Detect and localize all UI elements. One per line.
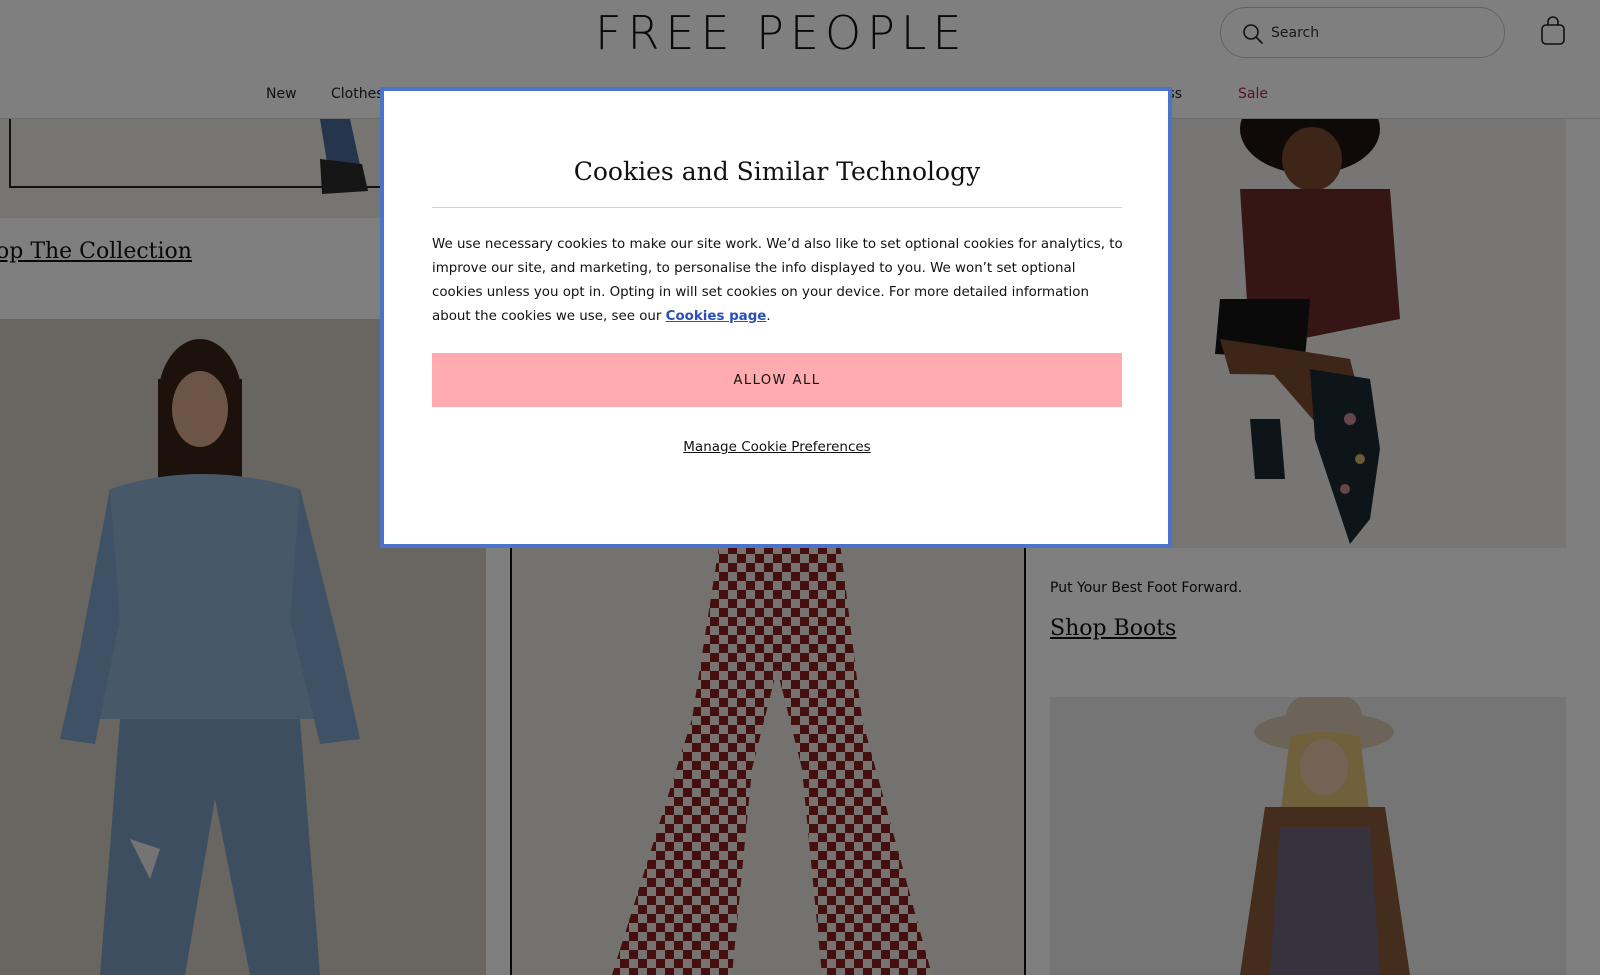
cookies-page-link[interactable]: Cookies page: [666, 309, 767, 324]
dialog-title: Cookies and Similar Technology: [573, 157, 981, 186]
body-end: .: [766, 309, 771, 324]
allow-all-button[interactable]: ALLOW ALL: [432, 353, 1122, 407]
title-divider: [432, 207, 1122, 208]
cookie-consent-dialog: Cookies and Similar Technology We use ne…: [380, 87, 1172, 548]
dialog-body: We use necessary cookies to make our sit…: [432, 233, 1124, 329]
body-text: We use necessary cookies to make our sit…: [432, 237, 1123, 324]
manage-cookie-preferences-link[interactable]: Manage Cookie Preferences: [432, 439, 1122, 455]
